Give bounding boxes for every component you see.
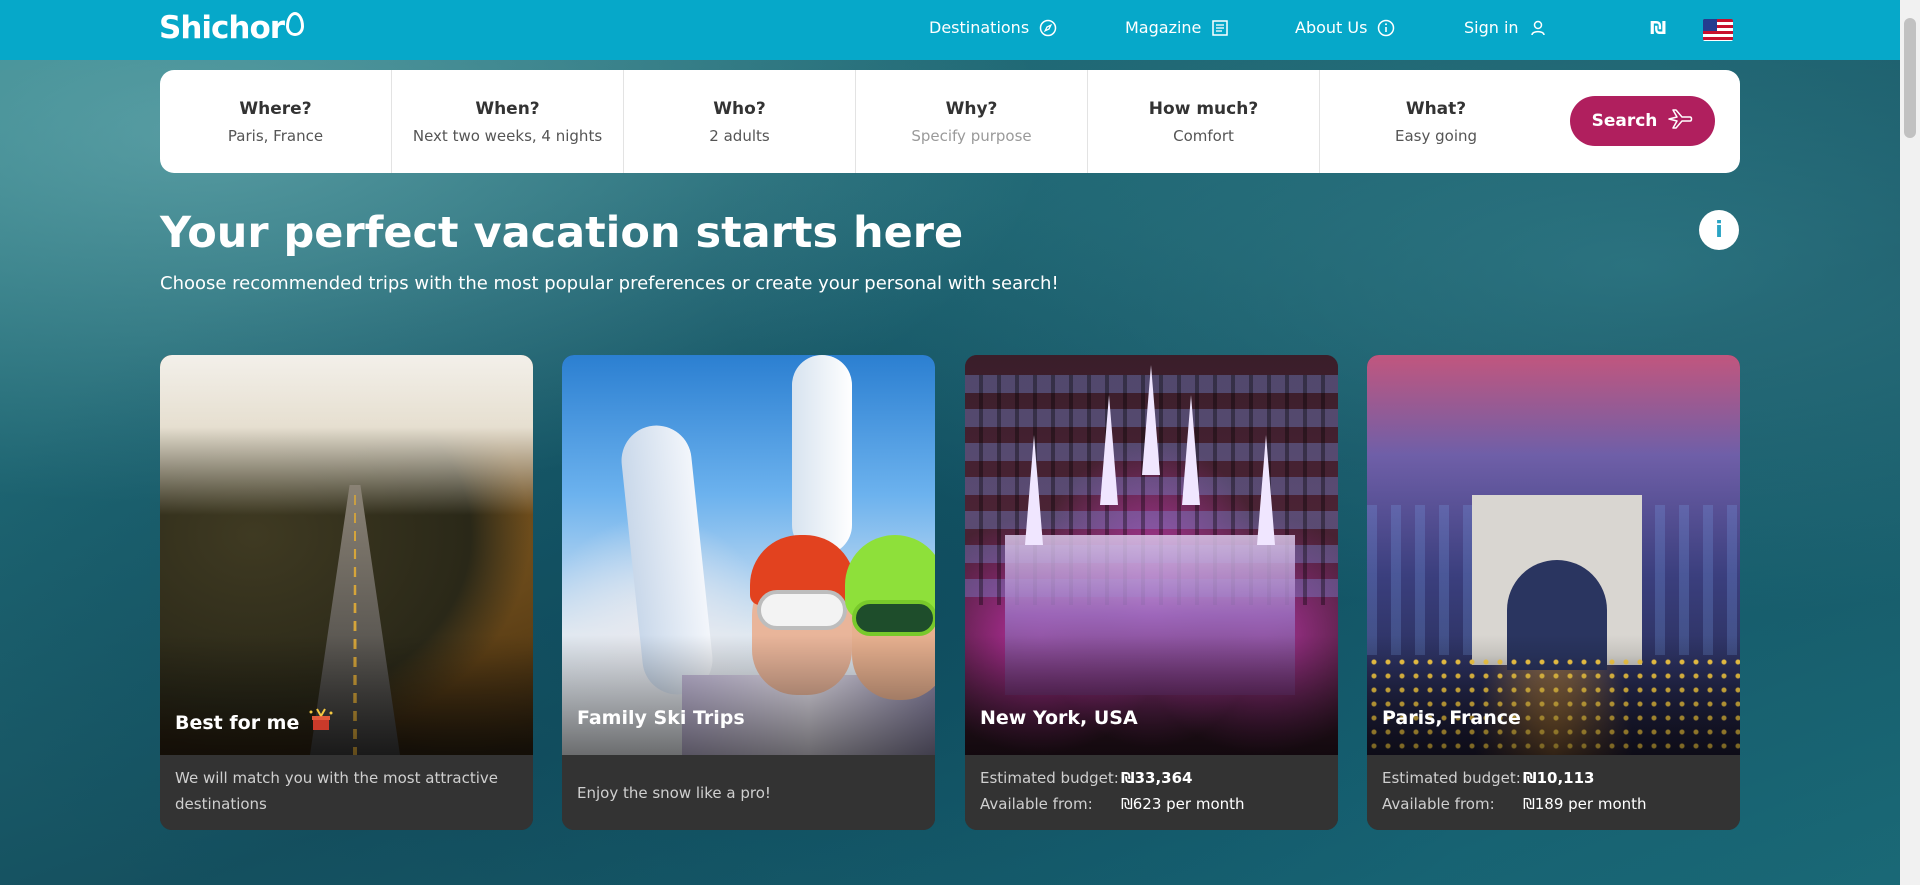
card-title: Family Ski Trips — [577, 707, 745, 729]
trip-card-family-ski[interactable]: Family Ski Trips Enjoy the snow like a p… — [562, 355, 935, 830]
document-icon — [1211, 19, 1229, 37]
top-navigation-bar: Shichor Destinations Magazine About Us S… — [0, 0, 1900, 60]
page-title: Your perfect vacation starts here — [160, 208, 964, 258]
currency-selector[interactable]: ₪ — [1650, 18, 1666, 39]
budget-value: ₪10,113 — [1523, 769, 1595, 787]
budget-row: Estimated budget: ₪33,364 — [980, 765, 1323, 791]
available-label: Available from: — [1382, 795, 1495, 813]
what-value: Easy going — [1394, 126, 1478, 145]
who-value: 2 adults — [709, 126, 770, 145]
why-label: Why? — [945, 98, 998, 119]
nav-signin-label: Sign in — [1464, 18, 1519, 37]
card-title: New York, USA — [980, 707, 1138, 729]
spire-light — [1142, 365, 1160, 475]
nav-about-label: About Us — [1295, 18, 1368, 37]
snowboard-graphic — [618, 422, 716, 698]
card-budget-info: Estimated budget: ₪33,364 Available from… — [965, 755, 1338, 830]
who-field[interactable]: Who? 2 adults — [624, 70, 856, 173]
budget-value: ₪33,364 — [1121, 769, 1193, 787]
search-button-label: Search — [1591, 111, 1658, 131]
what-field[interactable]: What? Easy going — [1320, 70, 1552, 173]
how-much-label: How much? — [1148, 98, 1259, 119]
spire-light — [1257, 435, 1275, 545]
lit-facade — [1005, 535, 1295, 695]
drop-icon — [286, 12, 305, 36]
new-york-image — [965, 355, 1338, 755]
nav-destinations-label: Destinations — [929, 18, 1030, 37]
available-row: Available from: ₪189 per month — [1382, 791, 1725, 817]
ski-goggles — [757, 590, 847, 630]
nav-destinations[interactable]: Destinations — [929, 18, 1057, 37]
snowboard-graphic — [792, 355, 852, 555]
scrollbar-thumb[interactable] — [1904, 18, 1916, 138]
nav-magazine-label: Magazine — [1125, 18, 1202, 37]
how-much-field[interactable]: How much? Comfort — [1088, 70, 1320, 173]
arc-opening — [1507, 560, 1607, 670]
page-subtitle: Choose recommended trips with the most p… — [160, 273, 1059, 294]
available-value: ₪623 per month — [1121, 795, 1245, 813]
vertical-scrollbar[interactable] — [1900, 0, 1920, 885]
trip-card-paris[interactable]: Paris, France Estimated budget: ₪10,113 … — [1367, 355, 1740, 830]
where-label: Where? — [239, 98, 312, 119]
shichor-logo[interactable]: Shichor — [159, 10, 305, 46]
nav-magazine[interactable]: Magazine — [1125, 18, 1229, 37]
card-description: Enjoy the snow like a pro! — [562, 755, 935, 830]
user-icon — [1529, 19, 1547, 37]
trip-card-best-for-me[interactable]: Best for me We will match you with the m… — [160, 355, 533, 830]
when-field[interactable]: When? Next two weeks, 4 nights — [392, 70, 624, 173]
airplane-icon — [1667, 108, 1693, 135]
when-value: Next two weeks, 4 nights — [412, 126, 603, 145]
where-value: Paris, France — [227, 126, 324, 145]
spire-light — [1100, 395, 1118, 505]
when-label: When? — [475, 98, 540, 119]
card-description: We will match you with the most attracti… — [160, 755, 533, 830]
info-icon — [1377, 19, 1395, 37]
where-field[interactable]: Where? Paris, France — [160, 70, 392, 173]
ski-family-image — [562, 355, 935, 755]
ski-goggles — [852, 600, 935, 636]
who-label: Who? — [713, 98, 766, 119]
card-budget-info: Estimated budget: ₪10,113 Available from… — [1367, 755, 1740, 830]
flag-canton — [1703, 19, 1717, 31]
budget-label: Estimated budget: — [1382, 769, 1521, 787]
card-title: Paris, France — [1382, 707, 1521, 729]
available-label: Available from: — [980, 795, 1093, 813]
why-field[interactable]: Why? Specify purpose — [856, 70, 1088, 173]
compass-icon — [1039, 19, 1057, 37]
spire-light — [1182, 395, 1200, 505]
trip-card-new-york[interactable]: New York, USA Estimated budget: ₪33,364 … — [965, 355, 1338, 830]
trip-search-panel: Where? Paris, France When? Next two week… — [160, 70, 1740, 173]
how-much-value: Comfort — [1173, 126, 1234, 145]
available-value: ₪189 per month — [1523, 795, 1647, 813]
available-row: Available from: ₪623 per month — [980, 791, 1323, 817]
street-lights — [1367, 655, 1740, 755]
logo-text: Shichor — [159, 10, 285, 46]
card-title-text: Best for me — [175, 711, 300, 734]
why-placeholder: Specify purpose — [911, 126, 1032, 145]
spire-light — [1025, 435, 1043, 545]
budget-row: Estimated budget: ₪10,113 — [1382, 765, 1725, 791]
road-forest-image — [160, 355, 533, 755]
gift-icon — [307, 707, 335, 738]
search-button[interactable]: Search — [1570, 96, 1715, 146]
us-flag-icon[interactable] — [1703, 19, 1733, 41]
nav-about-us[interactable]: About Us — [1295, 18, 1395, 37]
info-button[interactable]: i — [1699, 210, 1739, 250]
nav-sign-in[interactable]: Sign in — [1464, 18, 1547, 37]
budget-label: Estimated budget: — [980, 769, 1119, 787]
what-label: What? — [1405, 98, 1467, 119]
card-title: Best for me — [175, 707, 335, 738]
paris-image — [1367, 355, 1740, 755]
